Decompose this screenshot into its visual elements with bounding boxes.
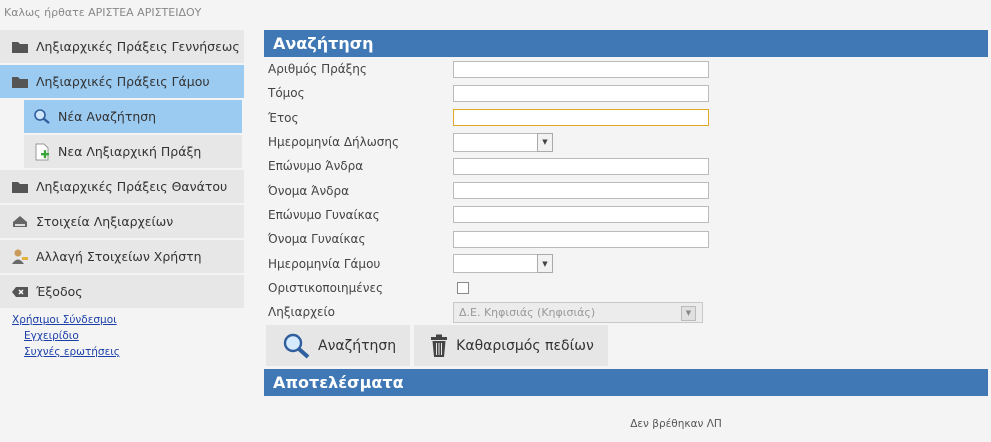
finalized-checkbox[interactable]: [457, 281, 469, 294]
folder-icon: [10, 74, 30, 90]
search-form: Αριθμός Πράξης Τόμος Έτος Ημερομηνία Δήλ…: [264, 57, 988, 324]
volume-label: Τόμος: [268, 86, 305, 101]
faq-link[interactable]: Συχνές ερωτήσεις: [24, 344, 244, 360]
search-section-title: Αναζήτηση: [264, 30, 988, 57]
exit-icon: [10, 284, 30, 300]
husband-name-input[interactable]: [453, 182, 709, 200]
finalized-label: Οριστικοποιημένες: [268, 280, 384, 295]
sidebar-item-label: Στοιχεία Ληξιαρχείων: [36, 214, 174, 229]
search-button[interactable]: Αναζήτηση: [266, 325, 411, 367]
chevron-down-icon[interactable]: ▼: [537, 254, 553, 274]
sidebar-item-logout[interactable]: Έξοδος: [0, 275, 244, 308]
results-section-title: Αποτελέσματα: [264, 369, 988, 397]
year-input[interactable]: [453, 109, 709, 127]
search-icon: [282, 333, 310, 359]
clear-fields-button-label: Καθαρισμός πεδίων: [456, 337, 594, 354]
registry-select[interactable]: Δ.Ε. Κηφισιάς (Κηφισιάς) ▼: [453, 301, 703, 323]
sidebar-item-label: Ληξιαρχικές Πράξεις Γάμου: [36, 74, 210, 89]
act-number-label: Αριθμός Πράξης: [268, 62, 367, 77]
year-label: Έτος: [268, 110, 299, 125]
search-button-label: Αναζήτηση: [318, 337, 397, 354]
sidebar-item-new-act[interactable]: Νεα Ληξιαρχική Πράξη: [24, 135, 242, 168]
sidebar-item-registries[interactable]: Στοιχεία Ληξιαρχείων: [0, 205, 244, 238]
trash-icon: [430, 334, 448, 358]
form-actions: Αναζήτηση Καθαρισμός πεδίων: [266, 325, 988, 367]
sidebar-item-label: Νεα Ληξιαρχική Πράξη: [58, 144, 202, 159]
sidebar-item-label: Ληξιαρχικές Πράξεις Θανάτου: [36, 179, 228, 194]
registry-label: Ληξιαρχείο: [268, 305, 335, 320]
sidebar-item-birth-acts[interactable]: Ληξιαρχικές Πράξεις Γεννήσεως: [0, 30, 244, 63]
wife-surname-label: Επώνυμο Γυναίκας: [268, 207, 380, 222]
sidebar-item-new-search[interactable]: Νέα Αναζήτηση: [24, 100, 242, 133]
declaration-date-input[interactable]: [453, 132, 537, 152]
sidebar-item-user-settings[interactable]: Αλλαγή Στοιχείων Χρήστη: [0, 240, 244, 273]
welcome-message: Καλως ήρθατε ΑΡΙΣΤΕΑ ΑΡΙΣΤΕΙΔΟΥ: [4, 6, 202, 19]
search-icon: [32, 108, 52, 125]
clear-fields-button[interactable]: Καθαρισμός πεδίων: [414, 325, 608, 367]
new-document-icon: [32, 143, 52, 160]
volume-input[interactable]: [453, 84, 709, 102]
folder-icon: [10, 179, 30, 195]
marriage-date-label: Ημερομηνία Γάμου: [268, 256, 381, 271]
husband-surname-input[interactable]: [453, 157, 709, 175]
declaration-date-picker: ▼: [453, 132, 553, 152]
sidebar: Ληξιαρχικές Πράξεις Γεννήσεως Ληξιαρχικέ…: [0, 30, 244, 360]
chevron-down-icon[interactable]: ▼: [537, 132, 553, 152]
sidebar-item-death-acts[interactable]: Ληξιαρχικές Πράξεις Θανάτου: [0, 170, 244, 203]
sidebar-item-marriage-acts[interactable]: Ληξιαρχικές Πράξεις Γάμου: [0, 65, 244, 98]
user-key-icon: [10, 249, 30, 265]
stamp-icon: [10, 214, 30, 230]
chevron-down-icon: ▼: [681, 305, 696, 321]
wife-surname-input[interactable]: [453, 206, 709, 224]
folder-icon: [10, 39, 30, 55]
main-content: Αναζήτηση Αριθμός Πράξης Τόμος Έτος Ημερ…: [264, 30, 988, 430]
useful-links: Χρήσιμοι Σύνδεσμοι Εγχειρίδιο Συχνές ερω…: [0, 312, 244, 360]
manual-link[interactable]: Εγχειρίδιο: [24, 328, 244, 344]
useful-links-link[interactable]: Χρήσιμοι Σύνδεσμοι: [12, 312, 244, 328]
wife-name-label: Όνομα Γυναίκας: [268, 232, 366, 247]
sidebar-item-label: Έξοδος: [36, 284, 83, 299]
act-number-input[interactable]: [453, 60, 709, 78]
no-results-message: Δεν βρέθηκαν ΛΠ: [630, 418, 722, 431]
sidebar-item-label: Αλλαγή Στοιχείων Χρήστη: [36, 249, 202, 264]
registry-selected-value: Δ.Ε. Κηφισιάς (Κηφισιάς): [459, 305, 596, 319]
wife-name-input[interactable]: [453, 230, 709, 248]
declaration-date-label: Ημερομηνία Δήλωσης: [268, 135, 400, 150]
husband-name-label: Όνομα Άνδρα: [268, 183, 350, 198]
sidebar-item-label: Ληξιαρχικές Πράξεις Γεννήσεως: [36, 39, 240, 54]
marriage-date-input[interactable]: [453, 254, 537, 274]
husband-surname-label: Επώνυμο Άνδρα: [268, 159, 364, 174]
sidebar-item-label: Νέα Αναζήτηση: [58, 109, 157, 124]
marriage-date-picker: ▼: [453, 254, 553, 274]
